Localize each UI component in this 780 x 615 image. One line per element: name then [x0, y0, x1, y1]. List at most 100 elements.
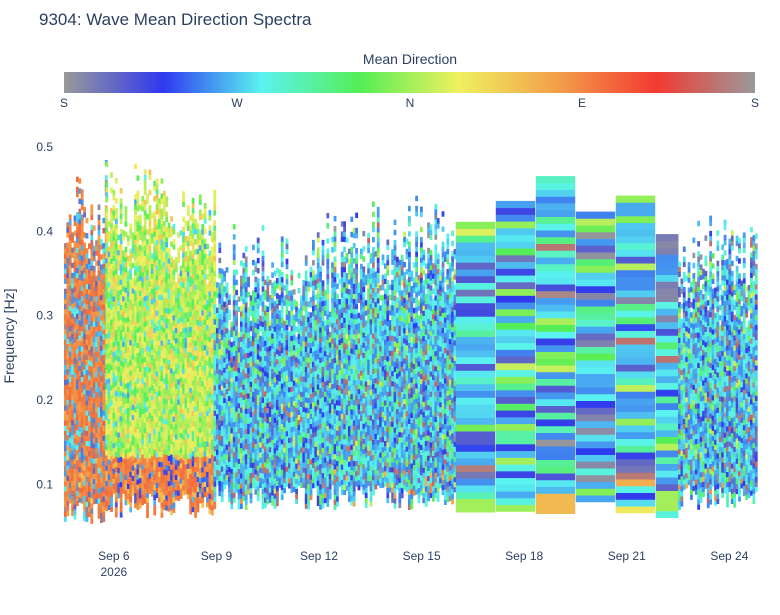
heatmap-cell [85, 506, 89, 512]
heatmap-cell [213, 265, 217, 272]
heatmap-cell [165, 317, 169, 324]
heatmap-cell [276, 434, 279, 441]
heatmap-cell [102, 501, 106, 507]
heatmap-cell [256, 414, 260, 421]
heatmap-cell [110, 298, 113, 305]
heatmap-cell [237, 468, 241, 475]
heatmap-cell [182, 459, 185, 466]
heatmap-cell [73, 357, 77, 363]
heatmap-cell [114, 248, 118, 255]
heatmap-cell [110, 339, 113, 345]
heatmap-cell [148, 260, 152, 267]
heatmap-cell [112, 280, 116, 287]
heatmap-cell [92, 468, 96, 474]
heatmap-cell [110, 278, 113, 285]
heatmap-cell [218, 288, 222, 294]
heatmap-cell [252, 320, 255, 327]
heatmap-cell [254, 352, 258, 359]
heatmap-cell [232, 310, 236, 316]
heatmap-cell [273, 351, 277, 358]
heatmap-cell [158, 264, 161, 270]
heatmap-cell [208, 290, 212, 297]
heatmap-cell [141, 292, 145, 298]
heatmap-cell [186, 422, 190, 429]
heatmap-cell [148, 407, 152, 413]
heatmap-cell [134, 295, 137, 301]
heatmap-cell [71, 510, 74, 517]
heatmap-cell [64, 369, 67, 376]
heatmap-cell [155, 396, 159, 402]
heatmap-cell [76, 480, 79, 486]
heatmap-cell [206, 456, 209, 462]
heatmap-cell [105, 353, 109, 360]
heatmap-cell [162, 241, 166, 247]
heatmap-cell [276, 399, 279, 405]
heatmap-cell [73, 448, 77, 454]
heatmap-cell [83, 429, 86, 436]
heatmap-cell [136, 403, 140, 409]
heatmap-cell [83, 485, 86, 491]
heatmap-cell [97, 503, 101, 509]
heatmap-cell [240, 427, 243, 433]
heatmap-cell [184, 372, 188, 379]
heatmap-cell [110, 435, 113, 442]
heatmap-cell [191, 258, 195, 265]
heatmap-cell [148, 356, 152, 363]
heatmap-cell [232, 487, 236, 493]
heatmap-cell [194, 385, 197, 392]
heatmap-cell [162, 281, 166, 288]
heatmap-cell [107, 342, 111, 349]
heatmap-cell [66, 242, 70, 248]
heatmap-cell [170, 423, 173, 430]
heatmap-cell [165, 474, 169, 481]
heatmap-cell [268, 391, 272, 397]
heatmap-cell [112, 275, 116, 282]
heatmap-cell [102, 334, 106, 340]
heatmap-cell [208, 311, 212, 317]
heatmap-cell [136, 458, 140, 465]
heatmap-cell [71, 434, 74, 441]
heatmap-cell [95, 250, 98, 256]
heatmap-cell [73, 311, 77, 318]
heatmap-cell [129, 466, 133, 472]
heatmap-cell [90, 285, 94, 291]
heatmap-cell [220, 486, 224, 492]
heatmap-cell [138, 325, 142, 332]
heatmap-cell [196, 486, 200, 493]
heatmap-cell [256, 242, 260, 249]
heatmap-cell [261, 503, 265, 510]
heatmap-cell [232, 355, 236, 362]
heatmap-cell [138, 351, 142, 357]
heatmap-cell [146, 487, 149, 493]
heatmap-cell [129, 274, 133, 280]
heatmap-cell [71, 343, 74, 350]
heatmap-cell [153, 185, 157, 192]
heatmap-cell [232, 451, 236, 458]
heatmap-cell [124, 474, 128, 480]
heatmap-cell [73, 473, 77, 480]
heatmap-cell [153, 332, 157, 339]
heatmap-cell [88, 364, 91, 371]
heatmap-cell [182, 439, 185, 445]
heatmap-cell [153, 195, 157, 202]
heatmap-cell [107, 423, 111, 430]
heatmap-cell [80, 401, 84, 408]
heatmap-cell [100, 431, 103, 437]
heatmap-cell [240, 422, 243, 428]
heatmap-cell [230, 463, 234, 469]
heatmap-cell [88, 390, 91, 396]
heatmap-cell [179, 447, 183, 454]
heatmap-cell [83, 450, 86, 456]
heatmap-cell [225, 383, 229, 390]
heatmap-cell [206, 314, 209, 321]
heatmap-cell [83, 490, 86, 496]
heatmap-cell [112, 402, 116, 408]
heatmap-cell [114, 496, 118, 503]
heatmap-cell [112, 326, 116, 332]
heatmap-cell [198, 270, 202, 276]
heatmap-cell [206, 370, 209, 376]
heatmap-cell [256, 445, 260, 451]
heatmap-cell [160, 319, 164, 326]
heatmap-cell [162, 464, 166, 470]
heatmap-cell [138, 386, 142, 393]
